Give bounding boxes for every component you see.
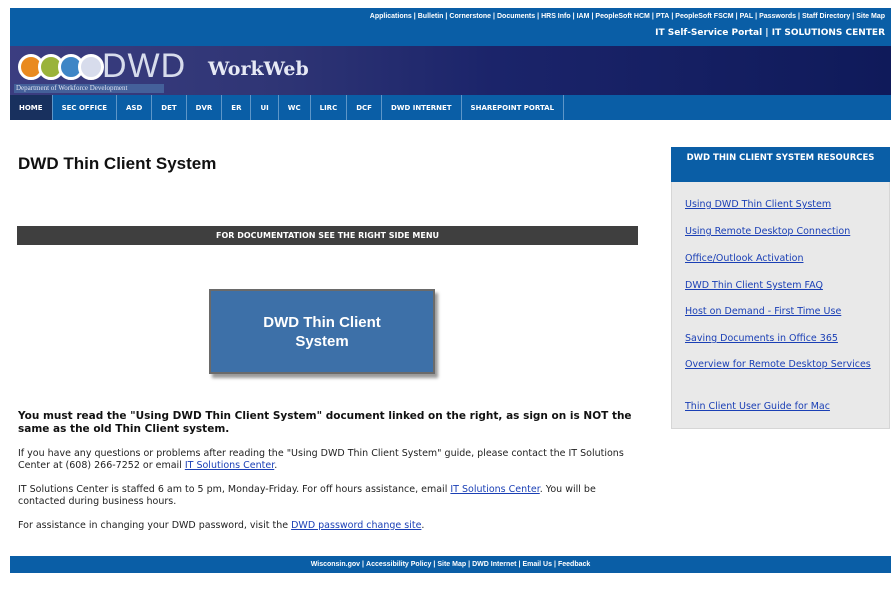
utility-link-pal[interactable]: PAL (740, 13, 753, 20)
utility-link-peoplesoft-hcm[interactable]: PeopleSoft HCM (595, 13, 649, 20)
nav-item-dvr[interactable]: DVR (187, 95, 223, 120)
utility-link-site-map[interactable]: Site Map (856, 13, 885, 20)
utility-links: Applications | Bulletin | Cornerstone | Docume… (370, 13, 885, 20)
nav-item-wc[interactable]: WC (279, 95, 311, 120)
sidebar-link-remote-desktop[interactable]: Using Remote Desktop Connection (685, 224, 880, 240)
utility-link-applications[interactable]: Applications (370, 13, 412, 20)
hours-text: IT Solutions Center is staffed 6 am to 5… (18, 484, 451, 495)
contact-paragraph: If you have any questions or problems af… (18, 448, 638, 472)
password-text: For assistance in changing your DWD pass… (18, 520, 292, 531)
utility-link-pta[interactable]: PTA (656, 13, 669, 20)
contact-text-end: . (274, 460, 278, 471)
nav-item-ui[interactable]: UI (251, 95, 279, 120)
footer-link-accessibility-policy[interactable]: Accessibility Policy (366, 561, 431, 568)
main-nav: HOME SEC OFFICE ASD DET DVR ER UI WC LIRC DCF DWD … (10, 95, 891, 120)
sidebar-resources: Using DWD Thin Client System Using Remot… (671, 182, 890, 429)
sidebar-link-mac-guide[interactable]: Thin Client User Guide for Mac (685, 399, 880, 415)
dwd-logo[interactable]: DWD Department of Workforce Development (14, 47, 194, 93)
sidebar-link-host-on-demand[interactable]: Host on Demand - First Time Use (685, 304, 880, 320)
utility-link-bulletin[interactable]: Bulletin (418, 13, 444, 20)
it-solutions-center-after-hours-link[interactable]: IT Solutions Center (450, 484, 539, 495)
sidebar-link-faq[interactable]: DWD Thin Client System FAQ (685, 278, 880, 294)
utility-link-documents[interactable]: Documents (497, 13, 535, 20)
documentation-banner: FOR DOCUMENTATION SEE THE RIGHT SIDE MEN… (17, 226, 638, 245)
footer-link-dwd-internet[interactable]: DWD Internet (472, 561, 516, 568)
sign-on-notice: You must read the "Using DWD Thin Client… (18, 410, 632, 435)
it-self-service-portal-link[interactable]: IT Self-Service Portal (655, 28, 762, 38)
thin-client-system-button[interactable]: DWD Thin Client System (209, 289, 435, 374)
thin-client-system-button-label: DWD Thin Client System (263, 313, 381, 350)
app-name: WorkWeb (208, 58, 309, 80)
password-paragraph: For assistance in changing your DWD pass… (18, 520, 638, 532)
nav-item-lirc[interactable]: LIRC (311, 95, 348, 120)
nav-item-det[interactable]: DET (152, 95, 187, 120)
nav-item-dwd-internet[interactable]: DWD INTERNET (382, 95, 462, 120)
sidebar-link-office-activation[interactable]: Office/Outlook Activation (685, 251, 880, 267)
footer-link-wisconsin-gov[interactable]: Wisconsin.gov (311, 561, 360, 568)
it-solutions-center-link[interactable]: IT SOLUTIONS CENTER (772, 28, 885, 38)
footer-link-email-us[interactable]: Email Us (522, 561, 552, 568)
hours-paragraph: IT Solutions Center is staffed 6 am to 5… (18, 484, 638, 508)
portal-links: IT Self-Service Portal | IT SOLUTIONS CE… (655, 28, 885, 38)
logo-wordmark: DWD (102, 47, 187, 85)
sidebar-link-saving-documents[interactable]: Saving Documents in Office 365 (685, 331, 880, 347)
utility-link-staff-directory[interactable]: Staff Directory (802, 13, 850, 20)
nav-item-asd[interactable]: ASD (117, 95, 153, 120)
contact-text: If you have any questions or problems af… (18, 448, 624, 471)
utility-link-passwords[interactable]: Passwords (759, 13, 796, 20)
footer: Wisconsin.gov | Accessibility Policy | Site … (10, 556, 891, 573)
utility-link-hrs-info[interactable]: HRS Info (541, 13, 571, 20)
utility-bar: Applications | Bulletin | Cornerstone | Docume… (10, 8, 891, 46)
sidebar-heading: DWD THIN CLIENT SYSTEM RESOURCES (671, 147, 890, 182)
footer-link-feedback[interactable]: Feedback (558, 561, 590, 568)
password-text-end: . (421, 520, 425, 531)
page-title: DWD Thin Client System (18, 154, 217, 173)
utility-link-cornerstone[interactable]: Cornerstone (449, 13, 491, 20)
logo-department-text: Department of Workforce Development (14, 84, 164, 93)
logo-circle-light-icon (78, 54, 104, 80)
utility-link-iam[interactable]: IAM (577, 13, 590, 20)
nav-item-dcf[interactable]: DCF (347, 95, 382, 120)
portal-separator: | (765, 28, 769, 38)
sidebar-link-remote-desktop-overview[interactable]: Overview for Remote Desktop Services (685, 357, 880, 373)
it-solutions-center-email-link[interactable]: IT Solutions Center (185, 460, 274, 471)
nav-item-sec-office[interactable]: SEC OFFICE (53, 95, 117, 120)
banner: DWD Department of Workforce Development … (10, 46, 891, 95)
utility-link-peoplesoft-fscm[interactable]: PeopleSoft FSCM (675, 13, 733, 20)
footer-link-site-map[interactable]: Site Map (437, 561, 466, 568)
page: Applications | Bulletin | Cornerstone | Docume… (10, 8, 891, 593)
nav-item-home[interactable]: HOME (10, 95, 53, 120)
nav-item-er[interactable]: ER (222, 95, 252, 120)
nav-item-sharepoint-portal[interactable]: SHAREPOINT PORTAL (462, 95, 565, 120)
sidebar-link-using-thin-client[interactable]: Using DWD Thin Client System (685, 197, 880, 213)
password-change-link[interactable]: DWD password change site (291, 520, 421, 531)
